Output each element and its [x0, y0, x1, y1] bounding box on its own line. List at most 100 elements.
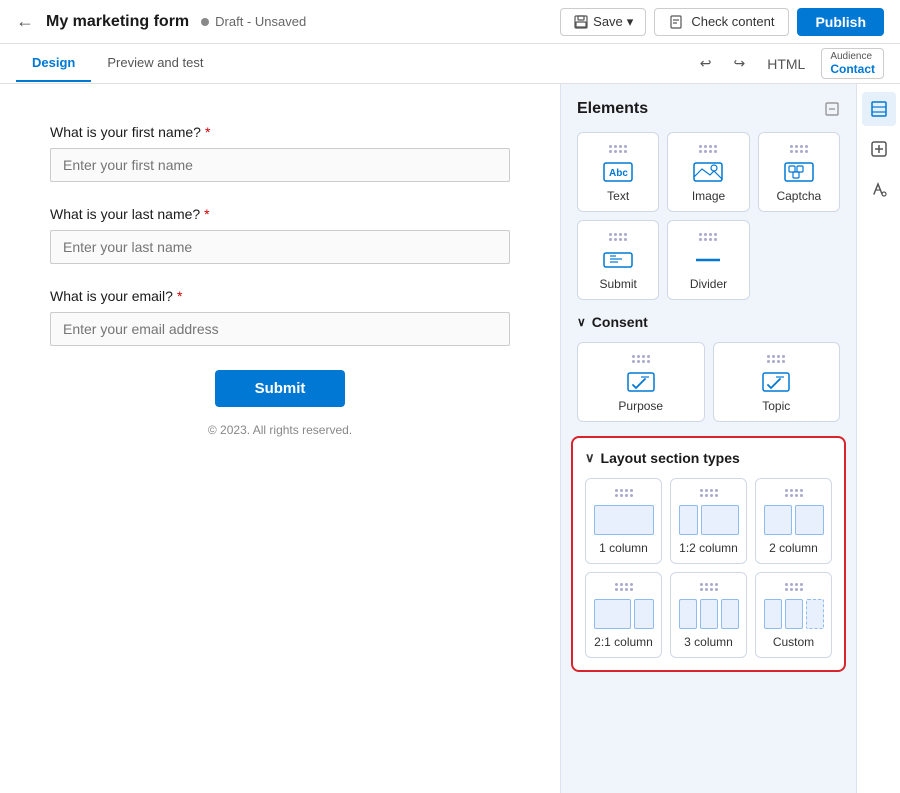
form-preview: What is your first name? * What is your …	[0, 84, 560, 793]
layout-3col[interactable]: 3 column	[670, 572, 747, 658]
submit-wrap: Submit	[50, 370, 510, 407]
copyright-text: © 2023. All rights reserved.	[50, 423, 510, 437]
purpose-dots	[632, 355, 650, 363]
captcha-icon	[783, 161, 815, 183]
layout-custom[interactable]: Custom	[755, 572, 832, 658]
undo-button[interactable]: ↩	[694, 51, 718, 76]
element-image[interactable]: Image	[667, 132, 749, 212]
save-icon	[573, 14, 589, 30]
draft-status: Draft - Unsaved	[215, 14, 306, 29]
layout-section-title: ∨ Layout section types	[585, 450, 832, 466]
add-icon	[869, 139, 889, 159]
save-label: Save	[593, 14, 623, 29]
layout-3col-label: 3 column	[684, 635, 733, 649]
element-captcha-label: Captcha	[776, 189, 821, 203]
publish-label: Publish	[815, 14, 866, 30]
draft-dot	[201, 18, 209, 26]
text-dots	[609, 145, 627, 153]
tab-design[interactable]: Design	[16, 45, 91, 82]
sidebar-layers-button[interactable]	[862, 92, 896, 126]
sidebar-style-button[interactable]	[862, 172, 896, 206]
1col-dots	[615, 489, 633, 497]
main-content: What is your first name? * What is your …	[0, 84, 900, 793]
element-text[interactable]: Abc Text	[577, 132, 659, 212]
save-button[interactable]: Save ▾	[560, 8, 646, 36]
last-name-input[interactable]	[50, 230, 510, 264]
email-label: What is your email? *	[50, 288, 510, 304]
email-input[interactable]	[50, 312, 510, 346]
captcha-dots	[790, 145, 808, 153]
submit-button[interactable]: Submit	[215, 370, 346, 407]
element-divider-label: Divider	[690, 277, 727, 291]
elements-section: Elements Abc Text	[561, 84, 856, 422]
publish-button[interactable]: Publish	[797, 8, 884, 36]
header-left: ← My marketing form Draft - Unsaved	[16, 11, 306, 32]
tab-preview[interactable]: Preview and test	[91, 45, 219, 82]
divider-icon	[692, 249, 724, 271]
tab-bar: Design Preview and test ↩ ↪ HTML Audienc…	[0, 44, 900, 84]
image-dots	[699, 145, 717, 153]
3col-dots	[700, 583, 718, 591]
first-name-input[interactable]	[50, 148, 510, 182]
layout-1col[interactable]: 1 column	[585, 478, 662, 564]
elements-grid: Abc Text	[577, 132, 840, 300]
element-topic[interactable]: Topic	[713, 342, 841, 422]
last-name-required: *	[204, 206, 209, 222]
layout-21col-label: 2:1 column	[594, 635, 653, 649]
layout-12col-label: 1:2 column	[679, 541, 738, 555]
first-name-group: What is your first name? *	[50, 124, 510, 182]
topic-dots	[767, 355, 785, 363]
element-image-label: Image	[692, 189, 725, 203]
text-icon: Abc	[602, 161, 634, 183]
audience-label: Audience	[830, 51, 872, 62]
element-captcha[interactable]: Captcha	[758, 132, 840, 212]
element-purpose[interactable]: Purpose	[577, 342, 705, 422]
12col-preview	[679, 505, 739, 535]
last-name-group: What is your last name? *	[50, 206, 510, 264]
element-submit[interactable]: Submit	[577, 220, 659, 300]
email-required: *	[177, 288, 182, 304]
2col-dots	[785, 489, 803, 497]
check-content-icon	[669, 14, 685, 30]
elements-title: Elements	[577, 100, 840, 118]
redo-button[interactable]: ↪	[727, 51, 751, 76]
check-content-button[interactable]: Check content	[654, 8, 789, 36]
consent-subtitle[interactable]: ∨ Consent	[577, 314, 840, 330]
check-content-label: Check content	[691, 14, 774, 29]
image-icon	[692, 161, 724, 183]
audience-value: Contact	[830, 62, 875, 76]
layout-21col[interactable]: 2:1 column	[585, 572, 662, 658]
tabs-left: Design Preview and test	[16, 45, 219, 82]
header-right: Save ▾ Check content Publish	[560, 8, 884, 36]
panel-inner: Elements Abc Text	[561, 84, 900, 688]
21col-preview	[594, 599, 654, 629]
save-dropdown-icon: ▾	[627, 14, 634, 30]
21col-dots	[615, 583, 633, 591]
submit-icon	[602, 249, 634, 271]
layers-icon	[869, 99, 889, 119]
layout-2col-label: 2 column	[769, 541, 818, 555]
html-button[interactable]: HTML	[761, 52, 811, 76]
layout-12col[interactable]: 1:2 column	[670, 478, 747, 564]
first-name-label: What is your first name? *	[50, 124, 510, 140]
layout-custom-label: Custom	[773, 635, 814, 649]
sidebar-add-button[interactable]	[862, 132, 896, 166]
audience-badge[interactable]: Audience Contact	[821, 48, 884, 79]
layout-1col-label: 1 column	[599, 541, 648, 555]
submit-dots	[609, 233, 627, 241]
back-button[interactable]: ←	[16, 11, 34, 32]
layout-2col[interactable]: 2 column	[755, 478, 832, 564]
2col-preview	[764, 505, 824, 535]
purpose-icon	[625, 371, 657, 393]
elements-expand-icon	[824, 101, 840, 117]
tabs-right: ↩ ↪ HTML Audience Contact	[694, 48, 884, 79]
page-title: My marketing form	[46, 13, 189, 31]
12col-dots	[700, 489, 718, 497]
svg-text:Abc: Abc	[609, 168, 628, 179]
header: ← My marketing form Draft - Unsaved Save…	[0, 0, 900, 44]
element-text-label: Text	[607, 189, 629, 203]
element-divider[interactable]: Divider	[667, 220, 749, 300]
paint-icon	[869, 179, 889, 199]
element-purpose-label: Purpose	[618, 399, 663, 413]
sidebar-icons	[856, 84, 900, 793]
